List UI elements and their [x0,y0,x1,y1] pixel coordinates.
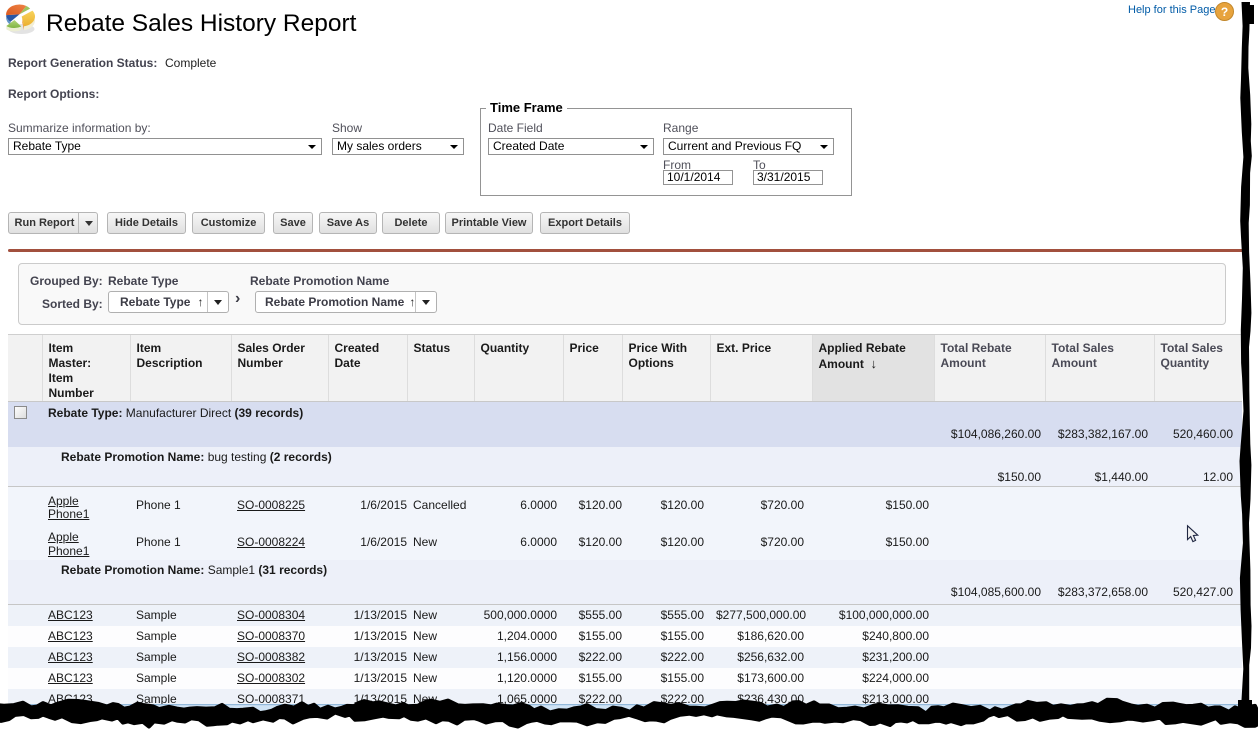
svg-text:?: ? [1221,5,1228,19]
